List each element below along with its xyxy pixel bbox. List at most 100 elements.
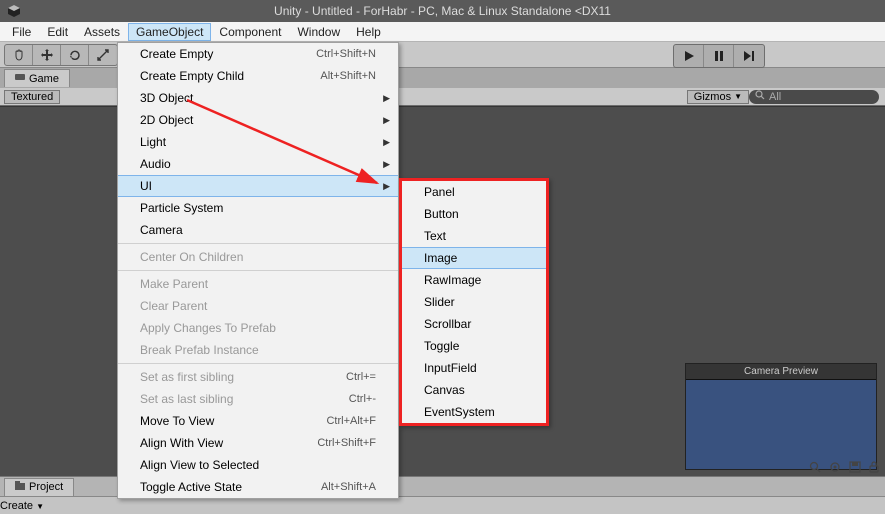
create-dropdown[interactable]: Create ▼ (0, 500, 44, 512)
menu-3d-object[interactable]: 3D Object ▶ (118, 87, 398, 109)
gizmos-dropdown[interactable]: Gizmos▼ (687, 90, 749, 104)
camera-preview-header: Camera Preview (686, 364, 876, 379)
rotate-tool-button[interactable] (61, 45, 89, 65)
menu-light[interactable]: Light ▶ (118, 131, 398, 153)
gizmos-label: Gizmos (694, 91, 731, 103)
search-field[interactable]: All (749, 90, 879, 104)
menu-move-to-view[interactable]: Move To ViewCtrl+Alt+F (118, 410, 398, 432)
label: Create Empty Child (140, 69, 244, 83)
textured-dropdown[interactable]: Textured (4, 90, 60, 104)
menu-audio[interactable]: Audio▶ (118, 153, 398, 175)
shortcut: Ctrl+Shift+F (317, 437, 376, 449)
label: Particle System (140, 201, 223, 215)
menu-particle-system[interactable]: Particle System (118, 197, 398, 219)
menubar: FileEditAssetsGameObjectComponentWindowH… (0, 22, 885, 42)
ui-menu-canvas[interactable]: Canvas (402, 379, 546, 401)
ui-menu-image[interactable]: Image (402, 247, 546, 269)
menu-window[interactable]: Window (289, 23, 348, 41)
hand-tool-button[interactable] (5, 45, 33, 65)
save-icon[interactable] (849, 461, 861, 476)
search-icon (755, 90, 765, 103)
label: Image (424, 251, 457, 265)
pause-button[interactable] (704, 45, 734, 67)
menu-break-prefab: Break Prefab Instance (118, 339, 398, 361)
chevron-down-icon: ▼ (734, 92, 742, 101)
shortcut: Alt+Shift+A (321, 481, 376, 493)
submenu-arrow-icon: ▶ (383, 115, 390, 126)
menu-align-with-view[interactable]: Align With View Ctrl+Shift+F (118, 432, 398, 454)
ui-menu-panel[interactable]: Panel (402, 181, 546, 203)
menu-file[interactable]: File (4, 23, 39, 41)
submenu-arrow-icon: ▶ (383, 93, 390, 104)
label: Light (140, 135, 166, 149)
menu-help[interactable]: Help (348, 23, 389, 41)
tab-project[interactable]: Project (4, 478, 74, 496)
game-icon (15, 72, 25, 85)
label: Slider (424, 295, 455, 309)
lock-icon[interactable] (869, 461, 879, 476)
menu-create-empty[interactable]: Create EmptyCtrl+Shift+N (118, 43, 398, 65)
search-icon[interactable] (809, 461, 821, 476)
scale-tool-button[interactable] (89, 45, 117, 65)
label: InputField (424, 361, 477, 375)
menu-center-children: Center On Children (118, 246, 398, 268)
menu-edit[interactable]: Edit (39, 23, 76, 41)
menu-2d-object[interactable]: 2D Object ▶ (118, 109, 398, 131)
label: Panel (424, 185, 455, 199)
label: Create Empty (140, 47, 213, 61)
label: Scrollbar (424, 317, 471, 331)
label: Break Prefab Instance (140, 343, 259, 357)
label: Camera (140, 223, 183, 237)
ui-menu-inputfield[interactable]: InputField (402, 357, 546, 379)
window-title: Unity - Untitled - ForHabr - PC, Mac & L… (274, 4, 611, 18)
ui-menu-text[interactable]: Text (402, 225, 546, 247)
menu-align-view-selected[interactable]: Align View to Selected (118, 454, 398, 476)
step-button[interactable] (734, 45, 764, 67)
label: Set as last sibling (140, 392, 233, 406)
submenu-arrow-icon: ▶ (383, 137, 390, 148)
menu-create-empty-child[interactable]: Create Empty ChildAlt+Shift+N (118, 65, 398, 87)
label: Set as first sibling (140, 370, 234, 384)
separator (118, 270, 398, 271)
filter-icon[interactable] (829, 461, 841, 476)
label: Canvas (424, 383, 465, 397)
menu-component[interactable]: Component (211, 23, 289, 41)
tab-game-label: Game (29, 73, 59, 85)
label: Center On Children (140, 250, 243, 264)
tab-game[interactable]: Game (4, 69, 70, 87)
ui-menu-scrollbar[interactable]: Scrollbar (402, 313, 546, 335)
menu-gameobject[interactable]: GameObject (128, 23, 211, 41)
play-button[interactable] (674, 45, 704, 67)
label: Text (424, 229, 446, 243)
label: 2D Object (140, 113, 193, 127)
project-toolbar-right (809, 461, 879, 476)
submenu-arrow-icon: ▶ (383, 181, 390, 192)
ui-menu-eventsystem[interactable]: EventSystem (402, 401, 546, 423)
ui-menu-button[interactable]: Button (402, 203, 546, 225)
gameobject-menu: Create EmptyCtrl+Shift+N Create Empty Ch… (117, 42, 399, 499)
camera-preview-body (686, 379, 876, 469)
menu-ui[interactable]: UI ▶ (118, 175, 398, 197)
separator (118, 243, 398, 244)
menu-camera[interactable]: Camera (118, 219, 398, 241)
shortcut: Ctrl+- (349, 393, 376, 405)
ui-menu-toggle[interactable]: Toggle (402, 335, 546, 357)
label: Move To View (140, 414, 214, 428)
titlebar: Unity - Untitled - ForHabr - PC, Mac & L… (0, 0, 885, 22)
create-label: Create (0, 500, 33, 512)
label: Align With View (140, 436, 223, 450)
menu-apply-prefab: Apply Changes To Prefab (118, 317, 398, 339)
label: 3D Object (140, 91, 193, 105)
menu-make-parent: Make Parent (118, 273, 398, 295)
label: Make Parent (140, 277, 208, 291)
menu-toggle-active[interactable]: Toggle Active StateAlt+Shift+A (118, 476, 398, 498)
ui-menu-rawimage[interactable]: RawImage (402, 269, 546, 291)
ui-menu-slider[interactable]: Slider (402, 291, 546, 313)
menu-assets[interactable]: Assets (76, 23, 128, 41)
unity-logo-icon (6, 3, 22, 19)
move-tool-button[interactable] (33, 45, 61, 65)
label: UI (140, 179, 152, 193)
camera-preview-panel: Camera Preview (685, 363, 877, 470)
label: Align View to Selected (140, 458, 259, 472)
textured-label: Textured (11, 91, 53, 103)
